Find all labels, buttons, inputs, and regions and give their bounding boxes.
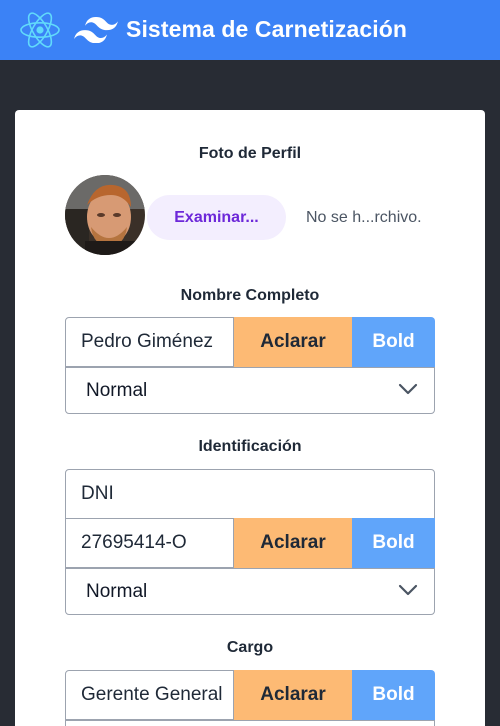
browse-button[interactable]: Examinar... <box>147 195 286 240</box>
position-style-select[interactable] <box>65 720 435 726</box>
full-name-clear-button[interactable]: Aclarar <box>234 317 352 367</box>
position-clear-button[interactable]: Aclarar <box>234 670 352 720</box>
full-name-style-value: Normal <box>86 379 148 401</box>
full-name-input[interactable]: Pedro Giménez <box>65 317 234 367</box>
full-name-style-select[interactable]: Normal <box>65 367 435 414</box>
id-type-input[interactable]: DNI <box>65 469 435 519</box>
card-form: Foto de Perfil Examinar... No se h...rch… <box>15 110 485 726</box>
id-style-select[interactable]: Normal <box>65 568 435 615</box>
tailwind-logo-icon <box>74 17 118 43</box>
id-number-input[interactable]: 27695414-O <box>65 518 234 568</box>
position-label: Cargo <box>226 639 274 656</box>
chevron-down-icon <box>398 584 418 596</box>
profile-photo-label: Foto de Perfil <box>198 145 302 162</box>
app-header: Sistema de Carnetización <box>0 0 500 60</box>
id-clear-button[interactable]: Aclarar <box>234 518 352 568</box>
position-bold-button[interactable]: Bold <box>352 670 435 720</box>
identification-label: Identificación <box>198 438 302 455</box>
profile-avatar <box>65 175 145 255</box>
full-name-label: Nombre Completo <box>180 287 320 304</box>
file-status-text: No se h...rchivo. <box>306 209 422 226</box>
id-bold-button[interactable]: Bold <box>352 518 435 568</box>
react-logo-icon <box>20 12 60 48</box>
app-title: Sistema de Carnetización <box>126 16 408 42</box>
position-input[interactable]: Gerente General <box>65 670 234 720</box>
full-name-bold-button[interactable]: Bold <box>352 317 435 367</box>
chevron-down-icon <box>398 383 418 395</box>
id-style-value: Normal <box>86 580 148 602</box>
